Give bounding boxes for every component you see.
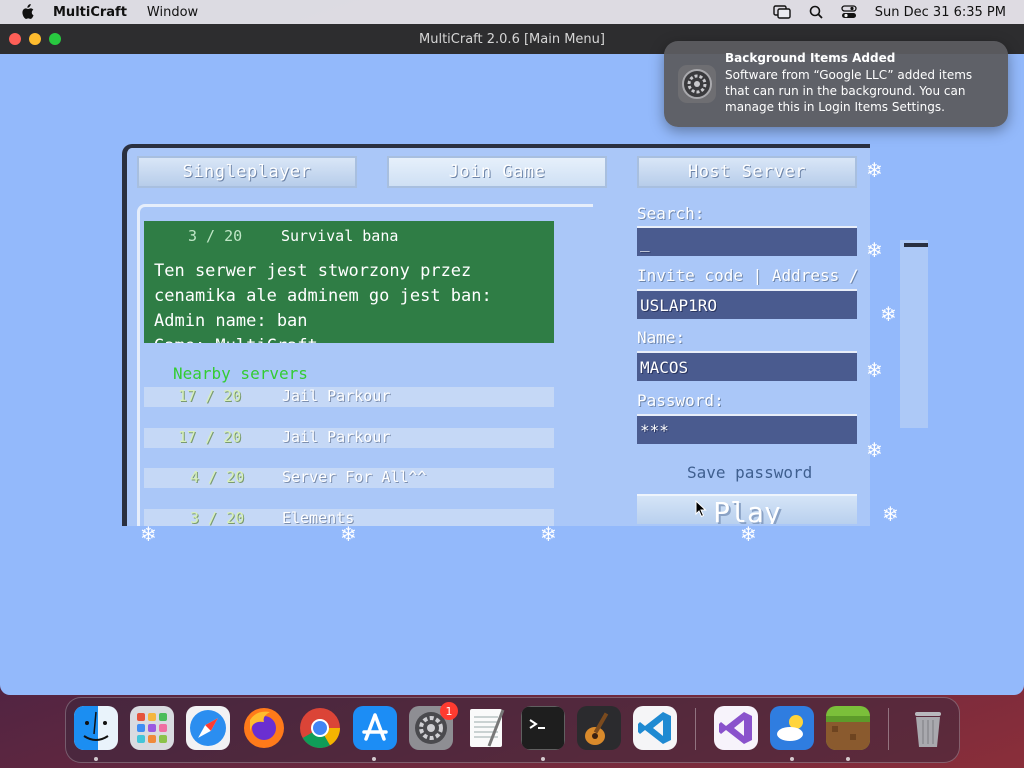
control-center-icon[interactable]: [841, 5, 857, 19]
app-menu-name[interactable]: MultiCraft: [53, 5, 127, 20]
vscode-icon[interactable]: [633, 706, 677, 750]
server-player-count: 3 / 20: [188, 227, 243, 245]
selected-server-card[interactable]: 3 / 20 Survival bana Ten serwer jest stw…: [144, 221, 554, 343]
tab-join-game[interactable]: Join Game: [387, 156, 607, 188]
snowflake-icon: ❄: [866, 158, 883, 182]
snowflake-icon: ❄: [880, 302, 897, 326]
server-row[interactable]: 17 / 20 Jail Parkour: [144, 387, 554, 407]
snowflake-icon: ❄: [540, 522, 557, 546]
finder-icon[interactable]: [74, 706, 118, 750]
minimize-window-button[interactable]: [29, 33, 41, 45]
password-label: Password:: [637, 391, 724, 410]
dock-separator: [695, 708, 696, 750]
notification-title: Background Items Added: [725, 51, 896, 65]
server-description: Ten serwer jest stworzony przez cenamika…: [154, 261, 492, 343]
snowflake-icon: ❄: [882, 502, 899, 526]
apple-logo-icon[interactable]: [18, 4, 36, 20]
snowflake-icon: ❄: [740, 522, 757, 546]
server-player-count: 3 / 20: [190, 509, 245, 526]
system-settings-icon: [678, 65, 716, 103]
server-player-count: 17 / 20: [178, 428, 242, 446]
weather-icon[interactable]: [770, 706, 814, 750]
safari-icon[interactable]: [186, 706, 230, 750]
running-indicator: [790, 757, 794, 761]
side-scrollbar[interactable]: [900, 240, 928, 428]
search-label: Search:: [637, 204, 705, 223]
save-password-checkbox[interactable]: Save password: [687, 463, 812, 482]
nearby-servers-label: Nearby servers: [173, 364, 308, 383]
window-menu[interactable]: Window: [147, 5, 198, 20]
firefox-icon[interactable]: [242, 706, 286, 750]
name-input[interactable]: MACOS: [637, 351, 857, 381]
trash-icon[interactable]: [906, 706, 950, 750]
snowflake-icon: ❄: [866, 238, 883, 262]
search-input[interactable]: _: [637, 226, 857, 256]
tab-host-server[interactable]: Host Server: [637, 156, 857, 188]
search-icon[interactable]: [809, 5, 823, 19]
server-name: Jail Parkour: [282, 387, 391, 405]
menubar-clock[interactable]: Sun Dec 31 6:35 PM: [875, 5, 1006, 20]
menu-bar: MultiCraft Window Sun Dec 31 6:35 PM: [0, 0, 1024, 24]
launchpad-icon[interactable]: [130, 706, 174, 750]
snowflake-icon: ❄: [340, 522, 357, 546]
snowflake-icon: ❄: [140, 522, 157, 546]
running-indicator: [94, 757, 98, 761]
server-name: Server For All^^: [282, 468, 427, 486]
snowflake-icon: ❄: [866, 358, 883, 382]
server-row[interactable]: 4 / 20 Server For All^^: [144, 468, 554, 488]
window-title: MultiCraft 2.0.6 [Main Menu]: [419, 31, 605, 47]
server-row[interactable]: 17 / 20 Jail Parkour: [144, 428, 554, 448]
mouse-cursor-icon: [695, 500, 707, 518]
close-window-button[interactable]: [9, 33, 21, 45]
app-store-icon[interactable]: [353, 706, 397, 750]
dock-separator: [888, 708, 889, 750]
server-player-count: 4 / 20: [190, 468, 245, 486]
running-indicator: [541, 757, 545, 761]
zoom-window-button[interactable]: [49, 33, 61, 45]
password-input[interactable]: ***: [637, 414, 857, 444]
notification-body: Software from “Google LLC” added items t…: [725, 68, 973, 114]
name-label: Name:: [637, 328, 686, 347]
chrome-icon[interactable]: [298, 706, 342, 750]
server-name: Survival bana: [281, 227, 399, 245]
scrollbar-thumb[interactable]: [904, 243, 928, 247]
server-name: Jail Parkour: [282, 428, 391, 446]
settings-notification-badge: 1: [440, 702, 458, 720]
visual-studio-icon[interactable]: [714, 706, 758, 750]
running-indicator: [372, 757, 376, 761]
play-button-label: Play: [713, 496, 781, 524]
multicraft-icon[interactable]: [826, 706, 870, 750]
snowflake-icon: ❄: [866, 438, 883, 462]
textedit-icon[interactable]: [465, 706, 509, 750]
terminal-icon[interactable]: [521, 706, 565, 750]
screen-mirroring-icon[interactable]: [773, 5, 791, 19]
address-label: Invite code | Address /: [637, 266, 859, 285]
play-button[interactable]: Play: [637, 494, 857, 524]
notification-banner[interactable]: Background Items Added Software from “Go…: [664, 41, 1008, 127]
running-indicator: [846, 757, 850, 761]
address-input[interactable]: USLAP1RO: [637, 289, 857, 319]
server-player-count: 17 / 20: [178, 387, 242, 405]
garageband-icon[interactable]: [577, 706, 621, 750]
tab-singleplayer[interactable]: Singleplayer: [137, 156, 357, 188]
